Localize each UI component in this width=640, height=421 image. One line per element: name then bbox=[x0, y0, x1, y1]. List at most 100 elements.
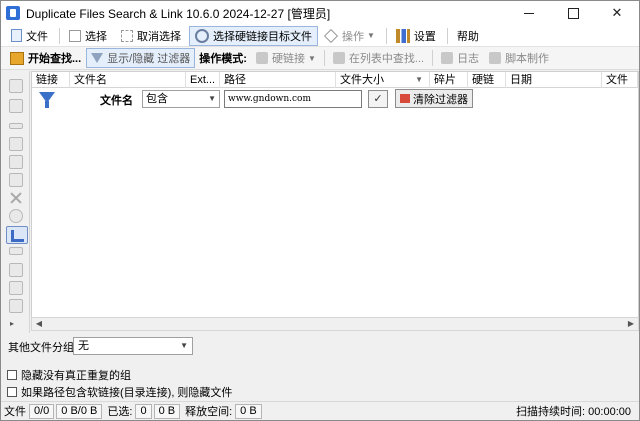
menu-action[interactable]: 操作 ▼ bbox=[320, 26, 381, 46]
start-search-icon bbox=[10, 51, 24, 65]
more-icon[interactable]: ▸ bbox=[10, 319, 14, 328]
status-selected-count: 0 bbox=[135, 403, 152, 419]
tree-alt-icon[interactable] bbox=[9, 155, 23, 169]
hide-unreal-duplicates-option[interactable]: 隐藏没有真正重复的组 bbox=[7, 367, 131, 383]
column-header-filesize-label: 文件大小 bbox=[340, 74, 384, 86]
status-selected-label: 已选: bbox=[107, 406, 133, 418]
column-header-filesize[interactable]: 文件大小 ▼ bbox=[336, 72, 430, 88]
menu-unselect[interactable]: 取消选择 bbox=[115, 26, 187, 46]
chevron-down-icon: ▼ bbox=[208, 94, 216, 103]
settings-icon bbox=[395, 28, 410, 43]
bottom-options-panel: 其他文件分组 无 ▼ 隐藏没有真正重复的组 如果路径包含软链接(目录连接), 则… bbox=[1, 333, 639, 401]
column-header-path[interactable]: 路径 bbox=[220, 72, 336, 88]
filter-folder-icon[interactable] bbox=[9, 263, 23, 277]
merge-icon[interactable] bbox=[9, 299, 23, 313]
app-window: Duplicate Files Search & Link 10.6.0 202… bbox=[0, 0, 640, 421]
action-icon bbox=[323, 28, 339, 43]
operation-mode-label: 操作模式: bbox=[199, 53, 247, 65]
minimize-button[interactable] bbox=[507, 1, 551, 25]
apply-filter-button[interactable]: ✓ bbox=[368, 90, 388, 108]
maximize-button[interactable] bbox=[551, 1, 595, 25]
split-icon[interactable] bbox=[9, 281, 23, 295]
filter-icon bbox=[91, 53, 104, 63]
results-grid: 链接 文件名 Ext... 路径 文件大小 ▼ 碎片 硬链 日期 文件 文件名 … bbox=[31, 71, 639, 319]
file-icon bbox=[11, 29, 22, 42]
menu-file[interactable]: 文件 bbox=[5, 26, 54, 46]
chevron-down-icon: ▼ bbox=[307, 53, 316, 63]
filter-row: 文件名 包含 ▼ www.gndown.com ✓ 清除过滤器 bbox=[32, 89, 638, 111]
clear-filter-button[interactable]: 清除过滤器 bbox=[395, 89, 473, 108]
menu-help[interactable]: 帮助 bbox=[451, 26, 485, 46]
toolbar-separator bbox=[432, 50, 434, 66]
hide-unreal-duplicates-checkbox[interactable] bbox=[7, 370, 17, 380]
sort-desc-icon: ▼ bbox=[415, 75, 423, 84]
grid-header: 链接 文件名 Ext... 路径 文件大小 ▼ 碎片 硬链 日期 文件 bbox=[32, 72, 638, 88]
close-icon: ✕ bbox=[611, 5, 623, 20]
status-selected-size: 0 B bbox=[153, 403, 181, 419]
copy-icon[interactable] bbox=[9, 99, 23, 113]
status-file-size: 0 B/0 B bbox=[56, 403, 103, 419]
column-header-hardlinks[interactable]: 硬链 bbox=[468, 72, 506, 88]
status-file-count: 0/0 bbox=[29, 403, 55, 419]
menu-select-hardlink-target[interactable]: 选择硬链接目标文件 bbox=[189, 25, 318, 46]
column-header-filename[interactable]: 文件名 bbox=[70, 72, 186, 88]
filter-condition-select[interactable]: 包含 ▼ bbox=[142, 90, 220, 108]
hardlink-mode-dropdown[interactable]: 硬链接 ▼ bbox=[251, 48, 321, 68]
left-action-strip: ▸ bbox=[2, 71, 30, 333]
status-free-value: 0 B bbox=[235, 403, 262, 419]
unselect-icon bbox=[121, 29, 133, 42]
link-chain-icon[interactable] bbox=[9, 123, 23, 129]
horizontal-scrollbar[interactable]: ◀ ▶ bbox=[31, 317, 639, 331]
group-files-select[interactable]: 无 ▼ bbox=[73, 337, 193, 355]
tree-icon[interactable] bbox=[9, 137, 23, 151]
filter-funnel-icon bbox=[39, 92, 55, 108]
find-in-list-button[interactable]: 在列表中查找... bbox=[328, 48, 429, 68]
close-button[interactable]: ✕ bbox=[595, 1, 639, 25]
clear-filter-icon bbox=[400, 94, 410, 103]
log-icon bbox=[441, 52, 454, 64]
hide-symlink-option[interactable]: 如果路径包含软链接(目录连接), 则隐藏文件 bbox=[7, 384, 232, 400]
window-title: Duplicate Files Search & Link 10.6.0 202… bbox=[26, 6, 331, 21]
status-bar: 文件 0/0 0 B/0 B 已选: 0 0 B 释放空间: 0 B 扫描持续时… bbox=[1, 401, 639, 420]
filter-value-input[interactable]: www.gndown.com bbox=[224, 90, 362, 108]
toggle-filter-button[interactable]: 显示/隐藏 过滤器 bbox=[86, 48, 196, 68]
delete-icon[interactable] bbox=[9, 191, 23, 205]
find-in-list-icon bbox=[332, 52, 345, 64]
menu-separator bbox=[59, 27, 60, 44]
scroll-left-icon[interactable]: ◀ bbox=[32, 318, 46, 330]
recycle-icon[interactable] bbox=[9, 209, 23, 223]
status-free-label: 释放空间: bbox=[185, 406, 233, 418]
filter-field-label: 文件名 bbox=[100, 95, 133, 107]
title-bar: Duplicate Files Search & Link 10.6.0 202… bbox=[1, 1, 639, 25]
menu-select[interactable]: 选择 bbox=[63, 26, 113, 46]
hide-symlink-checkbox[interactable] bbox=[7, 387, 17, 397]
lz-icon[interactable] bbox=[9, 247, 23, 255]
column-header-fragments[interactable]: 碎片 bbox=[430, 72, 468, 88]
menu-bar: 文件 选择 取消选择 选择硬链接目标文件 操作 ▼ 设置 帮助 bbox=[1, 25, 639, 47]
status-file-label: 文件 bbox=[4, 406, 26, 418]
hardlink-target-icon bbox=[195, 28, 209, 43]
app-icon bbox=[6, 6, 20, 20]
log-button[interactable]: 日志 bbox=[436, 48, 484, 68]
start-search-button[interactable]: 开始查找... bbox=[5, 48, 86, 68]
menu-separator bbox=[385, 27, 387, 44]
column-header-link[interactable]: 链接 bbox=[32, 72, 70, 88]
toolbar-separator bbox=[323, 50, 325, 66]
column-header-ext[interactable]: Ext... bbox=[186, 72, 220, 88]
tree-expand-icon[interactable] bbox=[9, 173, 23, 187]
select-icon bbox=[69, 29, 81, 42]
column-header-date[interactable]: 日期 bbox=[506, 72, 602, 88]
add-icon[interactable] bbox=[9, 79, 23, 93]
scroll-right-icon[interactable]: ▶ bbox=[624, 318, 638, 330]
menu-settings[interactable]: 设置 bbox=[390, 26, 442, 46]
menu-separator bbox=[446, 27, 448, 44]
hardlink-icon bbox=[255, 52, 268, 64]
chevron-down-icon: ▼ bbox=[367, 31, 375, 40]
group-files-label: 其他文件分组 bbox=[8, 342, 74, 354]
column-header-file[interactable]: 文件 bbox=[602, 72, 638, 88]
move-icon[interactable] bbox=[6, 226, 28, 244]
toolbar: 开始查找... 显示/隐藏 过滤器 操作模式: 硬链接 ▼ 在列表中查找... … bbox=[1, 47, 639, 70]
checkmark-icon: ✓ bbox=[373, 93, 383, 105]
script-button[interactable]: 脚本制作 bbox=[484, 48, 554, 68]
status-scan-time: 扫描持续时间: 00:00:00 bbox=[516, 406, 631, 418]
